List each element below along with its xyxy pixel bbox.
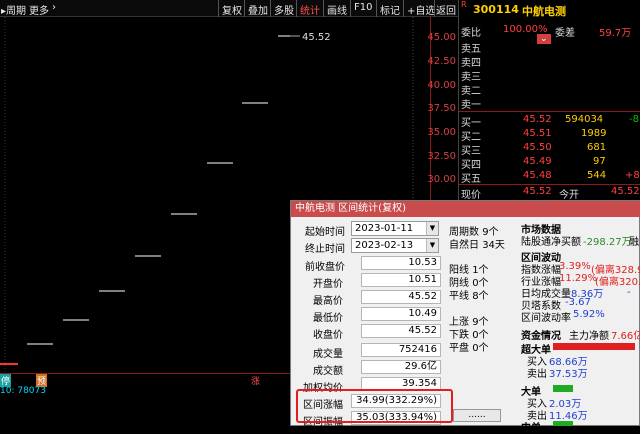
large-bar [553, 385, 573, 392]
lugutong-label: 陆股通净买额 [521, 237, 581, 248]
price-label: 45.52 [302, 32, 331, 43]
dialog-title: 中航电测 区间统计(复权) [291, 201, 640, 217]
sell-row: 卖二 [461, 86, 481, 97]
tab-biaoji[interactable]: 标记 [380, 2, 400, 17]
lugutong-tail: 融 [629, 237, 639, 248]
tab-fuquan[interactable]: 复权 [222, 2, 242, 17]
period-button[interactable]: ▸周期 [1, 2, 26, 17]
stat-label: 最低价 [313, 313, 343, 324]
toolbar-divider [434, 0, 435, 17]
chevron-down-icon[interactable]: ▼ [426, 222, 438, 235]
now-row: 现价 45.52 今开 45.52 [461, 186, 640, 201]
more-arrow-icon[interactable]: › [52, 2, 56, 13]
super-sell-label: 卖出 [527, 369, 547, 380]
quote-panel: R 300114 中航电测 委比 100.00% 委差 59.7万 ⌄ 卖五 卖… [458, 0, 640, 201]
interval-stats-dialog: 中航电测 区间统计(复权) 起始时间 2023-01-11 ▼ 终止时间 202… [290, 200, 640, 434]
back-button[interactable]: 返回 [436, 2, 456, 17]
highlight-box [296, 389, 453, 423]
ma-readout: 10: 78073 [0, 386, 46, 396]
toolbar-divider [244, 0, 245, 17]
add-watchlist-button[interactable]: +自选 [407, 2, 435, 17]
buy-row[interactable]: 买四 45.49 97 [459, 156, 640, 171]
toolbar-divider [218, 0, 219, 17]
sell-row: 卖三 [461, 72, 481, 83]
stat-value: 10.53 [361, 256, 441, 270]
end-time-label: 终止时间 [305, 244, 345, 255]
tab-huaxian[interactable]: 画线 [327, 2, 347, 17]
tab-duogu[interactable]: 多股 [274, 2, 294, 17]
stat-value: 29.6亿 [361, 360, 441, 374]
chart-toolbar: ▸周期 更多 › 复权 叠加 多股 统计 画线 F10 标记 +自选 返回 [0, 0, 458, 17]
stat-label: 成交量 [313, 349, 343, 360]
main-net-label: 主力净额 [569, 331, 609, 342]
ytick: 37.50 [427, 103, 456, 114]
ytick: 35.00 [427, 127, 456, 138]
tab-tongji[interactable]: 统计 [300, 2, 320, 17]
chevron-down-icon[interactable]: ▼ [426, 239, 438, 252]
stat-label: 收盘价 [313, 330, 343, 341]
stat-label: 最高价 [313, 296, 343, 307]
end-date-picker[interactable]: 2023-02-13 ▼ [351, 238, 439, 253]
volatility-label: 区间波动率 [521, 313, 571, 324]
toolbar-divider [350, 0, 351, 17]
stock-code: 300114 [473, 3, 519, 16]
toolbar-divider [323, 0, 324, 17]
buy-row[interactable]: 买三 45.50 681 [459, 142, 640, 157]
book-divider [459, 184, 640, 185]
limit-up-marker[interactable]: 涨 [250, 374, 261, 387]
ytick: 40.00 [427, 80, 456, 91]
book-divider [459, 111, 640, 112]
sell-row: 卖四 [461, 58, 481, 69]
toolbar-divider [376, 0, 377, 17]
volatility-value: 5.92% [573, 309, 605, 320]
stat-value: 752416 [361, 343, 441, 357]
stat-label: 成交额 [313, 366, 343, 377]
clipped-value: - [627, 287, 631, 298]
index-change-value: 3.39% [559, 261, 591, 272]
stat-label: 前收盘价 [305, 262, 345, 273]
quote-header: R 300114 中航电测 [459, 0, 640, 22]
toolbar-divider [270, 0, 271, 17]
start-date-picker[interactable]: 2023-01-11 ▼ [351, 221, 439, 236]
ytick: 32.50 [427, 151, 456, 162]
stat-value: 10.51 [361, 273, 441, 287]
fund-title: 资金情况 [521, 331, 561, 342]
buy-row[interactable]: 买二 45.51 1989 [459, 128, 640, 143]
ytick: 30.00 [427, 174, 456, 185]
buy-row[interactable]: 买五 45.48 544 +8 [459, 170, 640, 185]
tab-diejia[interactable]: 叠加 [248, 2, 268, 17]
industry-change-value: 11.29% [559, 273, 598, 284]
stat-label: 开盘价 [313, 279, 343, 290]
large-sell-value: 11.46万 [549, 411, 588, 422]
level-count: 平盘 0个 [449, 343, 489, 354]
ytick: 45.00 [427, 32, 456, 43]
natural-days: 自然日 34天 [449, 240, 505, 251]
toolbar-divider [296, 0, 297, 17]
super-large-bar [553, 343, 635, 350]
medium-bar [553, 421, 573, 426]
buy-row[interactable]: 买一 45.52 594034 -8 [459, 114, 640, 129]
more-button[interactable]: 更多 [29, 2, 49, 17]
super-sell-value: 37.53万 [549, 369, 588, 380]
more-options-button[interactable]: ...... [453, 409, 501, 422]
tab-f10[interactable]: F10 [354, 2, 372, 13]
beta-value: -3.67 [565, 297, 591, 308]
toolbar-divider [403, 0, 404, 17]
flat-count: 平线 8个 [449, 291, 489, 302]
ytick: 42.50 [427, 56, 456, 67]
r-badge: R [461, 0, 467, 9]
medium-label: 中单 [521, 423, 541, 434]
stat-value: 45.52 [361, 290, 441, 304]
stock-name: 中航电测 [522, 5, 566, 18]
lugutong-value: -298.27万 [583, 237, 632, 248]
sell-row: 卖五 [461, 44, 481, 55]
start-time-label: 起始时间 [305, 227, 345, 238]
stat-value: 45.52 [361, 324, 441, 338]
main-net-value: 7.66亿 [611, 331, 640, 342]
stat-value: 10.49 [361, 307, 441, 321]
sell-row: 卖一 [461, 100, 481, 111]
